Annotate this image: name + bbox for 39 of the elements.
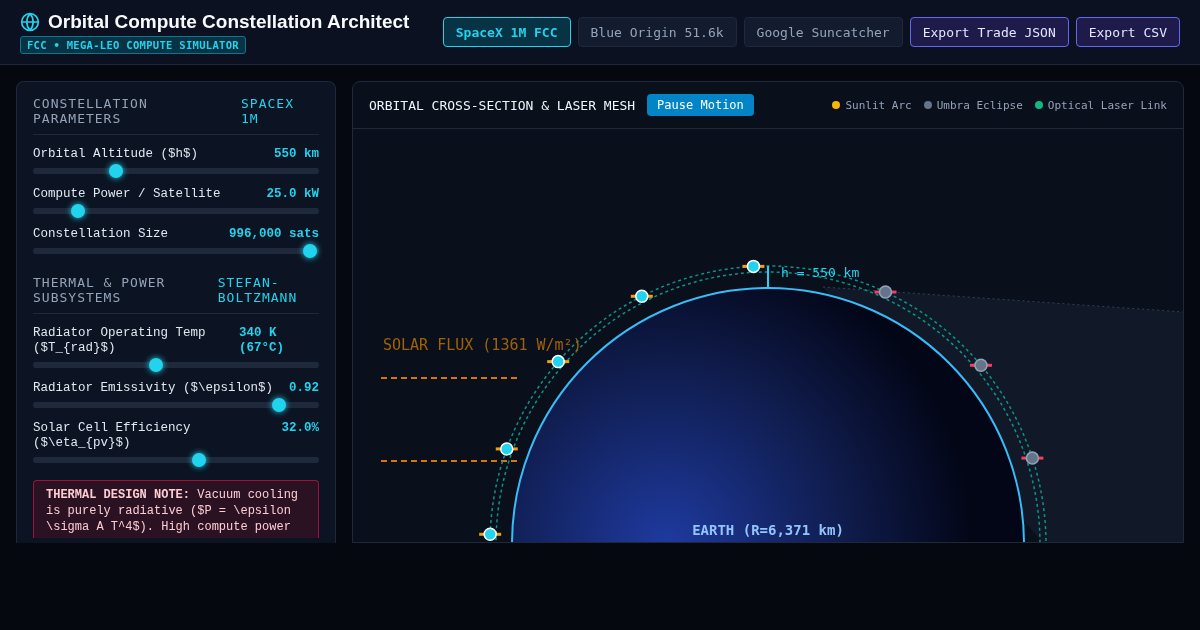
pause-button[interactable]: Pause Motion	[647, 94, 754, 116]
preset-button[interactable]: SpaceX 1M FCC	[442, 17, 571, 47]
legend-label: Sunlit Arc	[845, 98, 912, 112]
slider-label: Orbital Altitude ($h$)	[33, 147, 199, 162]
legend-label: Umbra Eclipse	[936, 98, 1023, 112]
slider-label: Radiator Operating Temp ($T_{rad}$)	[33, 326, 207, 356]
slider-value: 25.0 kW	[266, 187, 319, 202]
legend-label: Optical Laser Link	[1047, 98, 1167, 112]
altitude-label: h = 550 km	[781, 265, 860, 280]
slider-value: 340 K (67°C)	[239, 326, 285, 356]
app-title: Orbital Compute Constellation Architect	[48, 10, 410, 33]
slider-value: 0.92	[289, 381, 319, 396]
slider-thumb[interactable]	[271, 398, 286, 412]
section-title: CONSTELLATION PARAMETERS	[33, 96, 149, 126]
slider-label: Compute Power / Satellite	[33, 187, 221, 202]
slider-thumb[interactable]	[191, 453, 206, 467]
preset-button[interactable]: Blue Origin 51.6k	[577, 17, 737, 47]
globe-icon	[20, 11, 40, 32]
export-button[interactable]: Export Trade JSON	[909, 17, 1069, 47]
slider-value: 996,000 sats	[229, 227, 319, 242]
preset-button[interactable]: Google Suncatcher	[743, 17, 903, 47]
view-title: ORBITAL CROSS-SECTION & LASER MESH	[369, 97, 636, 113]
slider-thumb[interactable]	[70, 204, 85, 218]
earth-label: EARTH (R=6,371 km)	[692, 522, 844, 538]
slider-value: 550 km	[274, 147, 319, 162]
slider-thumb[interactable]	[108, 164, 123, 178]
thermal-note: THERMAL DESIGN NOTE: Vacuum cooling is purely radiative ($P = \epsilon \sigma A T^4$). High compute power	[33, 480, 319, 538]
slider-label: Solar Cell Efficiency ($\eta_{pv}$)	[33, 421, 192, 451]
slider-label: Radiator Emissivity ($\epsilon$)	[33, 381, 274, 396]
section-tag: SPACEX 1M	[241, 96, 319, 126]
slider-thumb[interactable]	[303, 244, 318, 258]
section-tag: STEFAN-BOLTZMANN	[217, 275, 319, 305]
slider-label: Constellation Size	[33, 227, 169, 242]
slider-thumb[interactable]	[148, 358, 163, 372]
subtitle-tag: FCC • MEGA-LEO COMPUTE SIMULATOR	[20, 35, 246, 54]
slider-value: 32.0%	[281, 421, 319, 437]
solar-flux-label: SOLAR FLUX (1361 W/m²)	[383, 336, 582, 354]
section-title: THERMAL & POWER SUBSYSTEMS	[33, 275, 167, 305]
export-button[interactable]: Export CSV	[1075, 17, 1180, 47]
